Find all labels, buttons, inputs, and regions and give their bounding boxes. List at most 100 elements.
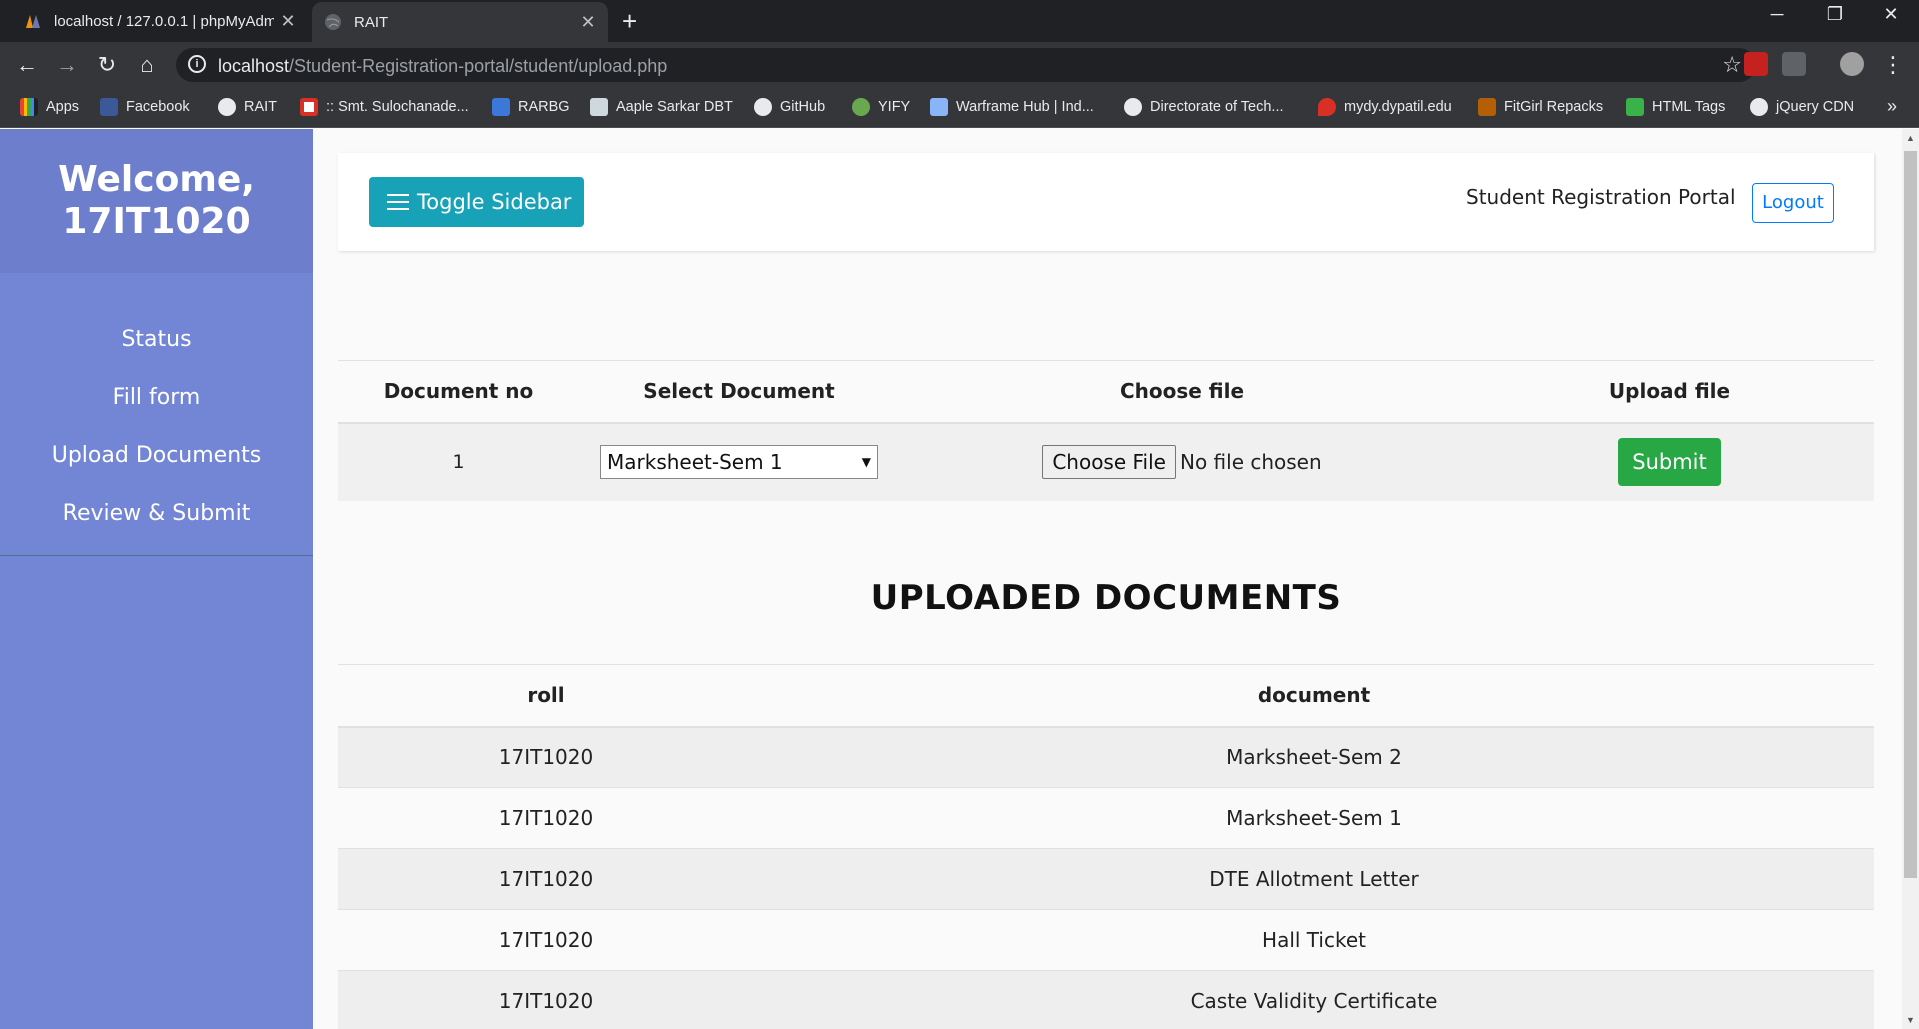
column-header: roll (338, 664, 754, 728)
roll-cell: 17IT1020 (338, 970, 754, 1029)
close-tab-icon[interactable]: ✕ (274, 11, 302, 32)
column-header: document (754, 664, 1874, 728)
home-icon[interactable]: ⌂ (132, 50, 162, 80)
bookmark-github[interactable]: GitHub (754, 98, 825, 116)
bookmark-directorate[interactable]: Directorate of Tech... (1124, 98, 1284, 116)
location-pin-icon (1318, 98, 1336, 116)
sidebar-item-upload-documents[interactable]: Upload Documents (0, 427, 313, 485)
close-tab-icon[interactable]: ✕ (574, 12, 602, 33)
back-icon[interactable]: ← (12, 50, 42, 80)
bookmark-fitgirl[interactable]: FitGirl Repacks (1478, 98, 1603, 116)
table-row: 17IT1020 Marksheet-Sem 2 (338, 726, 1874, 788)
portal-brand: Student Registration Portal (1466, 185, 1736, 209)
roll-cell: 17IT1020 (338, 787, 754, 849)
sidebar-item-review-submit[interactable]: Review & Submit (0, 485, 313, 543)
top-navbar: Toggle Sidebar Student Registration Port… (338, 153, 1874, 251)
select-document-cell: Marksheet-Sem 1 ▼ (579, 422, 899, 501)
table-row: 17IT1020 Hall Ticket (338, 909, 1874, 971)
table-row: 17IT1020 DTE Allotment Letter (338, 848, 1874, 910)
table-row: 17IT1020 Marksheet-Sem 1 (338, 787, 1874, 849)
bookmark-aaple-sarkar[interactable]: Aaple Sarkar DBT (590, 98, 733, 116)
facebook-icon (100, 98, 118, 116)
sidebar-item-fill-form[interactable]: Fill form (0, 369, 313, 427)
globe-icon (218, 98, 236, 116)
site-icon (300, 98, 318, 116)
bookmark-warframe-hub[interactable]: Warframe Hub | Ind... (930, 98, 1094, 116)
tab-title: RAIT (354, 13, 389, 31)
browser-toolbar: ← → ↻ ⌂ i localhost/Student-Registration… (0, 42, 1919, 88)
forward-icon[interactable]: → (52, 50, 82, 80)
fitgirl-icon (1478, 98, 1496, 116)
choose-file-cell: Choose File No file chosen (899, 422, 1465, 501)
document-cell: DTE Allotment Letter (754, 848, 1874, 910)
info-icon[interactable]: i (188, 55, 206, 73)
roll-cell: 17IT1020 (338, 726, 754, 788)
tab-phpmyadmin[interactable]: localhost / 127.0.0.1 | phpMyAdmin ✕ (12, 0, 308, 42)
globe-icon (1124, 98, 1142, 116)
reload-icon[interactable]: ↻ (92, 50, 122, 80)
document-cell: Caste Validity Certificate (754, 970, 1874, 1029)
uploaded-documents-title: UPLOADED DOCUMENTS (870, 578, 1342, 618)
scroll-down-icon[interactable]: ▼ (1902, 1015, 1919, 1025)
minimize-icon[interactable]: ─ (1752, 4, 1802, 25)
new-tab-icon[interactable]: + (622, 6, 637, 37)
sidebar-item-status[interactable]: Status (0, 311, 313, 369)
uploaded-documents-table: roll document 17IT1020 Marksheet-Sem 2 17… (338, 664, 1874, 1029)
file-status: No file chosen (1179, 450, 1322, 474)
apps-grid-icon (20, 98, 38, 116)
scrollbar-thumb[interactable] (1904, 151, 1917, 878)
selected-document: Marksheet-Sem 1 (607, 450, 783, 474)
toggle-sidebar-label: Toggle Sidebar (417, 190, 572, 214)
tab-rait[interactable]: RAIT ✕ (312, 2, 608, 42)
choose-file-button[interactable]: Choose File (1042, 445, 1176, 479)
globe-icon (324, 13, 342, 31)
bookmark-jquery-cdn[interactable]: jQuery CDN (1750, 98, 1854, 116)
page-viewport: Welcome, 17IT1020 Status Fill form Uploa… (0, 129, 1919, 1029)
bookmark-mydy[interactable]: mydy.dypatil.edu (1318, 98, 1452, 116)
sidebar-menu: Status Fill form Upload Documents Review… (0, 273, 313, 556)
column-header: Select Document (579, 360, 899, 424)
vertical-scrollbar[interactable]: ▲ ▼ (1902, 129, 1919, 1029)
bookmark-html-tags[interactable]: HTML Tags (1626, 98, 1725, 116)
pen-extension-icon[interactable] (1782, 52, 1806, 76)
avatar[interactable] (1840, 52, 1864, 76)
hamburger-icon (387, 194, 409, 210)
bookmark-sulochanadevi[interactable]: :: Smt. Sulochanade... (300, 98, 469, 116)
close-window-icon[interactable]: ✕ (1866, 4, 1916, 25)
bookmark-rait[interactable]: RAIT (218, 98, 277, 116)
logout-button[interactable]: Logout (1752, 183, 1834, 223)
warframe-icon (930, 98, 948, 116)
sidebar: Welcome, 17IT1020 Status Fill form Uploa… (0, 129, 313, 1029)
address-bar[interactable]: i localhost/Student-Registration-portal/… (176, 48, 1756, 82)
bookmarks-bar: Apps Facebook RAIT :: Smt. Sulochanade..… (0, 88, 1919, 128)
bookmark-yify[interactable]: YIFY (852, 98, 910, 116)
bookmark-star-icon[interactable]: ☆ (1722, 52, 1742, 78)
document-number: 1 (338, 422, 579, 501)
pdf-extension-icon[interactable] (1744, 52, 1768, 76)
document-cell: Hall Ticket (754, 909, 1874, 971)
document-cell: Marksheet-Sem 1 (754, 787, 1874, 849)
column-header: Choose file (899, 360, 1465, 424)
document-select[interactable]: Marksheet-Sem 1 ▼ (600, 445, 878, 479)
table-row: 1 Marksheet-Sem 1 ▼ Choose File No file c… (338, 422, 1874, 501)
github-icon (754, 98, 772, 116)
toggle-sidebar-button[interactable]: Toggle Sidebar (369, 177, 584, 227)
bookmark-facebook[interactable]: Facebook (100, 98, 190, 116)
url-text[interactable]: localhost/Student-Registration-portal/st… (218, 56, 667, 77)
tab-title: localhost / 127.0.0.1 | phpMyAdmin (54, 12, 274, 30)
scroll-up-icon[interactable]: ▲ (1902, 133, 1919, 143)
upload-cell: Submit (1465, 422, 1874, 501)
menu-kebab-icon[interactable]: ⋮ (1878, 50, 1908, 80)
column-header: Upload file (1465, 360, 1874, 424)
submit-button[interactable]: Submit (1618, 438, 1721, 486)
phpmyadmin-favicon-icon (24, 12, 42, 30)
file-input[interactable]: Choose File No file chosen (1042, 445, 1322, 479)
globe-icon (1750, 98, 1768, 116)
bookmark-apps[interactable]: Apps (20, 98, 79, 116)
table-row: 17IT1020 Caste Validity Certificate (338, 970, 1874, 1029)
more-bookmarks-icon[interactable]: » (1887, 96, 1897, 117)
yify-icon (852, 98, 870, 116)
restore-icon[interactable]: ❐ (1810, 4, 1860, 25)
bookmark-rarbg[interactable]: RARBG (492, 98, 570, 116)
document-icon (590, 98, 608, 116)
